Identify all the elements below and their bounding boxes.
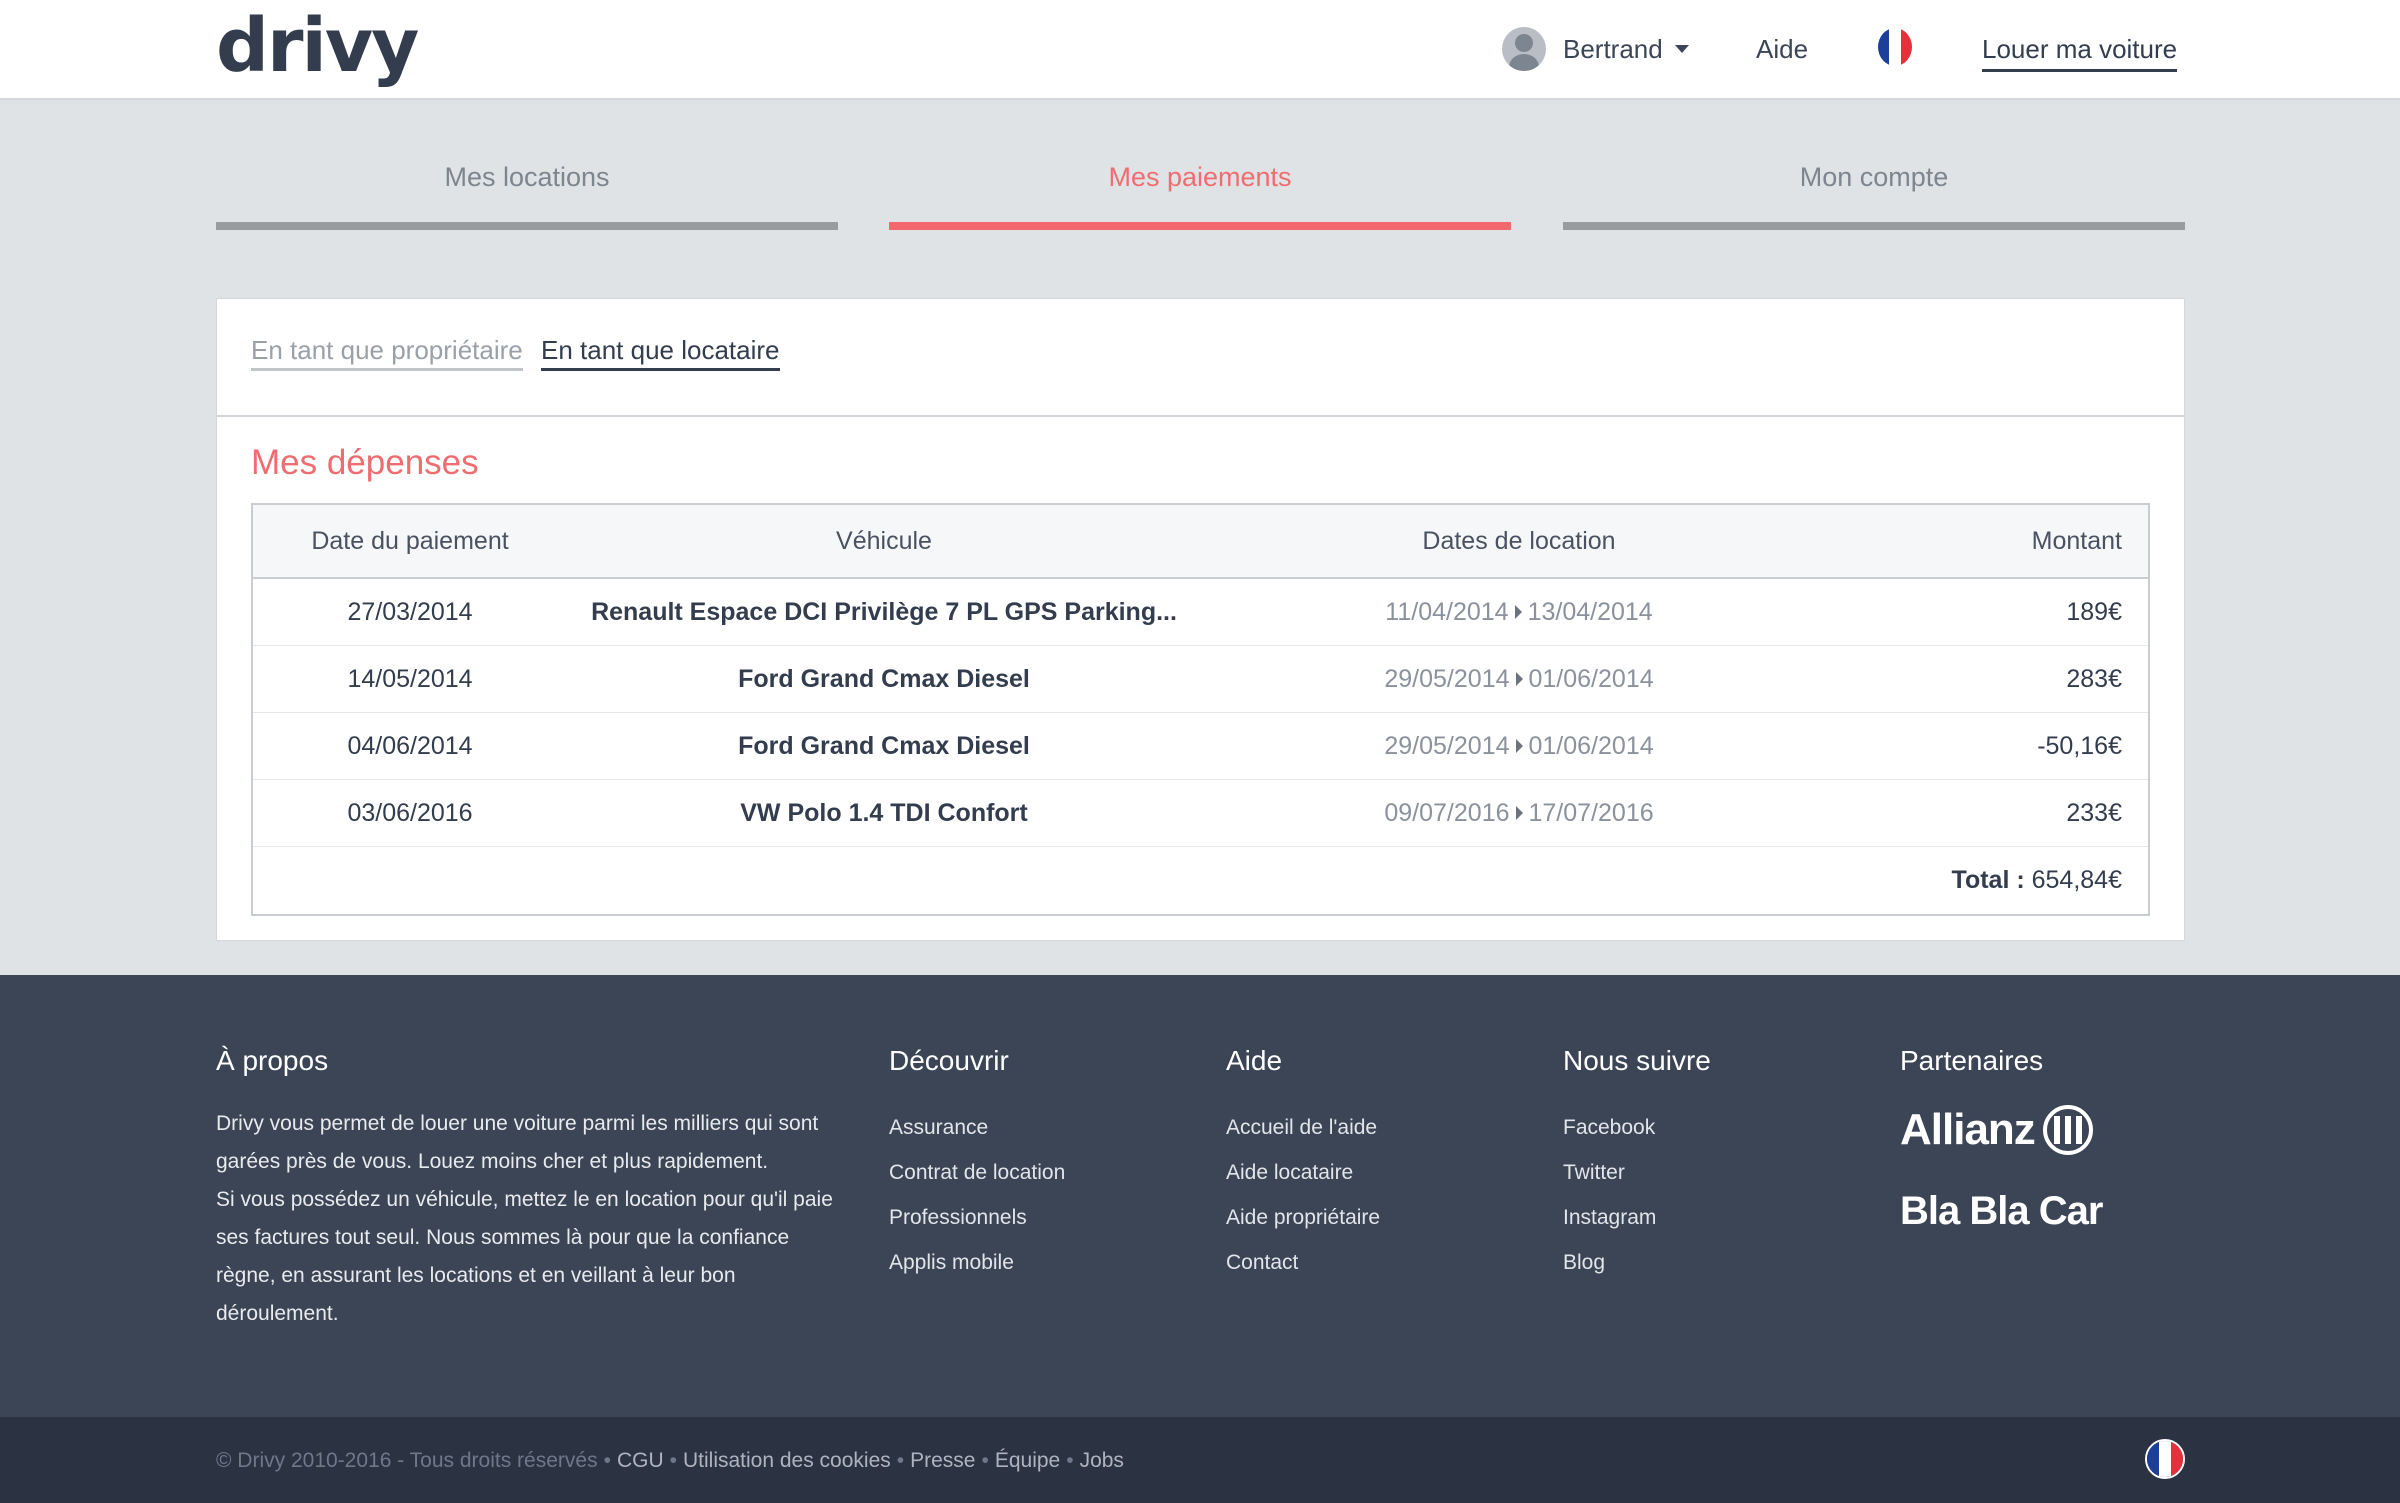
rental-start: 29/05/2014 [1384,664,1510,693]
footer-about-text-1: Drivy vous permet de louer une voiture p… [216,1112,819,1173]
rental-start: 11/04/2014 [1385,597,1509,626]
allianz-logo[interactable]: Allianz [1900,1105,2102,1155]
footer-link-twitter[interactable]: Twitter [1563,1150,1711,1195]
role-subtabs: En tant que propriétaire En tant que loc… [217,299,2184,417]
subtab-renter[interactable]: En tant que locataire [541,335,780,371]
header-amount: Montant [2031,526,2122,555]
footer-about: À propos Drivy vous permet de louer une … [216,1045,836,1333]
allianz-wordmark: Allianz [1900,1105,2036,1154]
footer-link-help-owner[interactable]: Aide propriétaire [1226,1195,1380,1240]
rental-end: 13/04/2014 [1527,597,1653,626]
section-title: Mes dépenses [251,443,479,482]
site-header: drivy Bertrand Aide Louer ma voiture [0,0,2400,100]
footer-link-contact[interactable]: Contact [1226,1240,1380,1285]
payment-date: 27/03/2014 [347,597,473,626]
rental-start: 09/07/2016 [1384,798,1510,827]
amount: 283€ [2066,664,2122,693]
link-cgu[interactable]: CGU [617,1449,664,1472]
link-equipe[interactable]: Équipe [995,1449,1060,1472]
link-presse[interactable]: Presse [910,1449,975,1472]
copyright-text: © Drivy 2010-2016 - Tous droits réservés [216,1449,598,1472]
footer-partners: Partenaires Allianz Bla Bla Car [1900,1045,2103,1234]
caret-down-icon [1674,45,1689,53]
avatar [1502,27,1546,71]
tab-mes-paiements[interactable]: Mes paiements [889,162,1511,230]
footer-link-facebook[interactable]: Facebook [1563,1105,1711,1150]
rental-end: 01/06/2014 [1528,664,1654,693]
amount: -50,16€ [2037,731,2122,760]
footer-link-assurance[interactable]: Assurance [889,1105,1065,1150]
footer-partners-title: Partenaires [1900,1045,2044,1076]
french-flag-icon[interactable] [1878,28,1912,66]
footer-help: Aide Accueil de l'aide Aide locataire Ai… [1226,1045,1380,1285]
table-row[interactable]: 14/05/2014 Ford Grand Cmax Diesel 29/05/… [253,646,2148,713]
help-link[interactable]: Aide [1756,34,1808,65]
footer-discover-title: Découvrir [889,1045,1009,1076]
footer-link-help-renter[interactable]: Aide locataire [1226,1150,1380,1195]
link-jobs[interactable]: Jobs [1080,1449,1124,1472]
footer-about-title: À propos [216,1045,329,1076]
header-vehicle: Véhicule [836,526,932,555]
user-menu[interactable]: Bertrand [1502,26,1689,72]
rental-start: 29/05/2014 [1384,731,1510,760]
arrow-right-icon [1514,605,1522,619]
table-row[interactable]: 04/06/2014 Ford Grand Cmax Diesel 29/05/… [253,713,2148,780]
table-row[interactable]: 03/06/2016 VW Polo 1.4 TDI Confort 09/07… [253,780,2148,847]
amount: 233€ [2066,798,2122,827]
tab-mon-compte[interactable]: Mon compte [1563,162,2185,230]
footer-link-contrat[interactable]: Contrat de location [889,1150,1065,1195]
header-payment-date: Date du paiement [311,526,509,555]
vehicle-name[interactable]: Ford Grand Cmax Diesel [567,713,1201,779]
table-header: Date du paiement Véhicule Dates de locat… [253,505,2148,579]
french-flag-icon[interactable] [2145,1439,2185,1479]
site-footer: À propos Drivy vous permet de louer une … [0,975,2400,1417]
drivy-logo[interactable]: drivy [216,6,419,86]
vehicle-name[interactable]: VW Polo 1.4 TDI Confort [567,780,1201,846]
rental-dates: 09/07/2016 17/07/2016 [1201,780,1837,846]
footer-follow-title: Nous suivre [1563,1045,1711,1076]
vehicle-name[interactable]: Ford Grand Cmax Diesel [567,646,1201,712]
rent-my-car-link[interactable]: Louer ma voiture [1982,34,2178,72]
rental-end: 17/07/2016 [1528,798,1654,827]
blablacar-logo[interactable]: Bla Bla Car [1900,1189,2103,1234]
total-label: Total : [1951,866,2025,894]
user-name: Bertrand [1563,33,1663,64]
rental-dates: 29/05/2014 01/06/2014 [1201,646,1837,712]
footer-about-text-2: Si vous possédez un véhicule, mettez le … [216,1188,833,1325]
arrow-right-icon [1515,739,1523,753]
footer-discover: Découvrir Assurance Contrat de location … [889,1045,1065,1285]
payment-date: 14/05/2014 [347,664,473,693]
expenses-table: Date du paiement Véhicule Dates de locat… [251,503,2150,916]
subtab-owner[interactable]: En tant que propriétaire [251,335,523,371]
footer-link-help-home[interactable]: Accueil de l'aide [1226,1105,1380,1150]
payments-card: En tant que propriétaire En tant que loc… [216,298,2185,941]
rental-dates: 11/04/2014 13/04/2014 [1201,579,1837,645]
allianz-eagle-icon [2042,1105,2093,1155]
amount: 189€ [2066,597,2122,626]
footer-follow: Nous suivre Facebook Twitter Instagram B… [1563,1045,1711,1285]
arrow-right-icon [1515,672,1523,686]
footer-link-applis[interactable]: Applis mobile [889,1240,1065,1285]
total-value: 654,84€ [2031,866,2122,894]
footer-help-title: Aide [1226,1045,1283,1076]
rental-dates: 29/05/2014 01/06/2014 [1201,713,1837,779]
header-rental-dates: Dates de location [1422,526,1616,555]
footer-bottom-bar: © Drivy 2010-2016 - Tous droits réservés… [0,1417,2400,1503]
link-cookies[interactable]: Utilisation des cookies [683,1449,891,1472]
total-row: Total : 654,84€ [253,847,2148,914]
footer-link-blog[interactable]: Blog [1563,1240,1711,1285]
table-row[interactable]: 27/03/2014 Renault Espace DCI Privilège … [253,579,2148,646]
footer-link-professionnels[interactable]: Professionnels [889,1195,1065,1240]
tab-mes-locations[interactable]: Mes locations [216,162,838,230]
total: Total : 654,84€ [1952,847,2122,914]
footer-link-instagram[interactable]: Instagram [1563,1195,1711,1240]
payment-date: 03/06/2016 [347,798,473,827]
copyright-line: © Drivy 2010-2016 - Tous droits réservés… [216,1449,1124,1472]
arrow-right-icon [1515,806,1523,820]
vehicle-name[interactable]: Renault Espace DCI Privilège 7 PL GPS Pa… [567,579,1201,645]
payment-date: 04/06/2014 [347,731,473,760]
rental-end: 01/06/2014 [1528,731,1654,760]
